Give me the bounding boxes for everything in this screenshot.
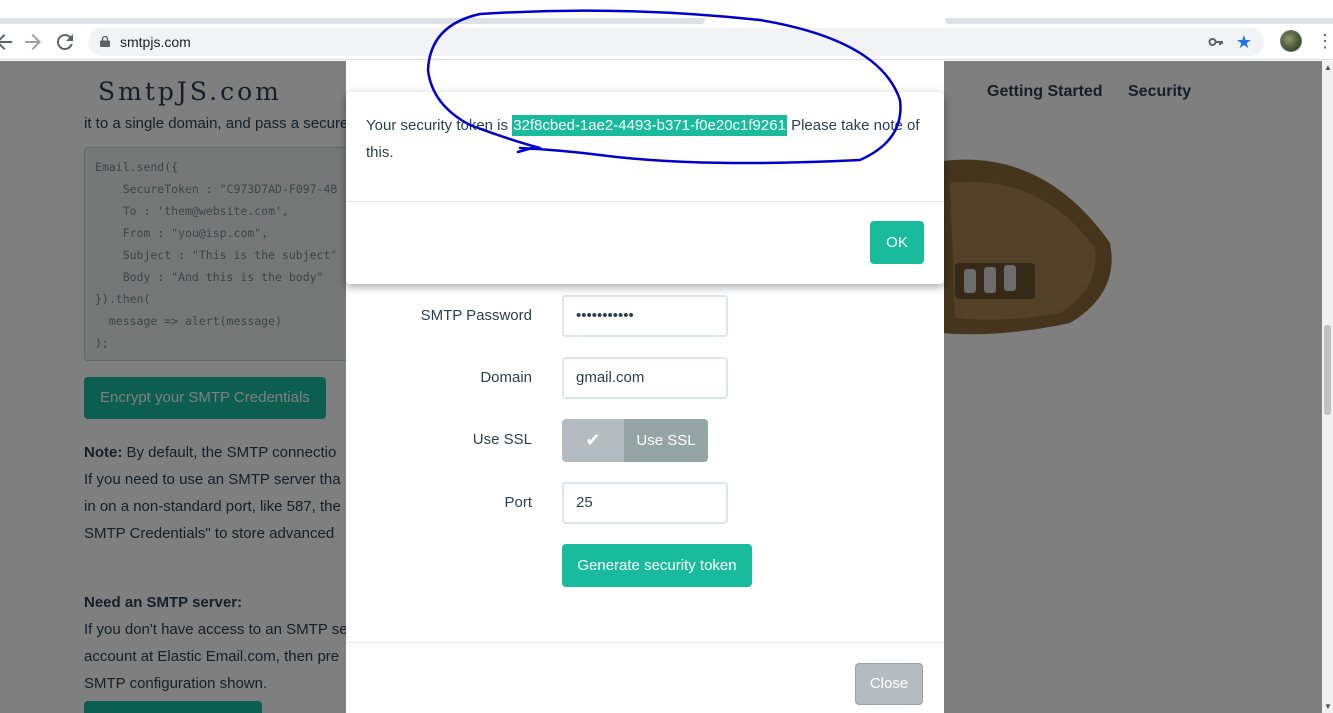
port-label: Port — [504, 494, 532, 511]
reload-icon[interactable] — [53, 30, 77, 54]
tab-strip — [0, 0, 1333, 24]
port-field[interactable]: 25 — [562, 482, 728, 524]
domain-label: Domain — [480, 369, 532, 386]
close-button[interactable]: Close — [855, 663, 923, 705]
bookmark-star-icon[interactable]: ★ — [1236, 31, 1252, 53]
password-field[interactable]: ••••••••••• — [562, 295, 728, 337]
url-text: smtpjs.com — [120, 34, 191, 50]
alert-message: Your security token is 32f8cbed-1ae2-449… — [366, 112, 926, 166]
alert-prefix: Your security token is — [366, 117, 513, 134]
port-row: Port 25 — [346, 482, 944, 524]
page-scrollbar[interactable]: ▲ ▼ — [1322, 61, 1333, 713]
ssl-row: Use SSL ✔ Use SSL — [346, 419, 944, 462]
security-token[interactable]: 32f8cbed-1ae2-4493-b371-f0e20c1f9261 — [512, 115, 787, 136]
address-bar[interactable]: smtpjs.com ★ — [88, 28, 1264, 56]
ssl-label: Use SSL — [472, 431, 532, 448]
domain-row: Domain gmail.com — [346, 357, 944, 399]
scroll-down-arrow-icon[interactable]: ▼ — [1324, 702, 1332, 711]
password-row: SMTP Password ••••••••••• — [346, 295, 944, 337]
alert-divider — [346, 201, 944, 202]
key-icon[interactable] — [1208, 34, 1224, 50]
browser-toolbar: smtpjs.com ★ ⋮ — [0, 24, 1333, 60]
token-alert-dialog: Your security token is 32f8cbed-1ae2-449… — [346, 92, 944, 284]
ok-button[interactable]: OK — [870, 221, 924, 264]
scroll-up-arrow-icon[interactable]: ▲ — [1324, 63, 1332, 72]
ssl-toggle-label: Use SSL — [624, 419, 708, 462]
domain-field[interactable]: gmail.com — [562, 357, 728, 399]
checkmark-icon: ✔ — [562, 419, 624, 462]
generate-token-button[interactable]: Generate security token — [562, 544, 752, 587]
browser-menu-icon[interactable]: ⋮ — [1316, 30, 1333, 54]
scrollbar-thumb[interactable] — [1324, 325, 1331, 415]
use-ssl-toggle[interactable]: ✔ Use SSL — [562, 419, 708, 462]
profile-avatar[interactable] — [1280, 30, 1302, 52]
modal-footer-divider — [346, 642, 944, 643]
back-arrow-icon[interactable] — [0, 30, 16, 54]
password-label: SMTP Password — [420, 307, 532, 324]
forward-arrow-icon[interactable] — [21, 30, 45, 54]
lock-icon — [100, 36, 110, 47]
